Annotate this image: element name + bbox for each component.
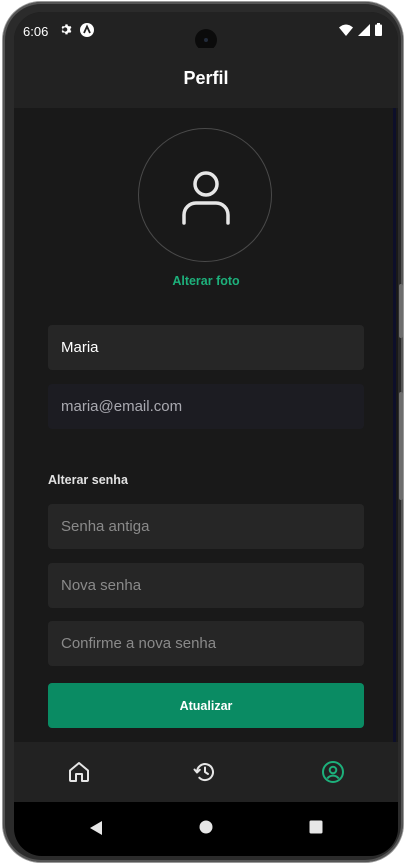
signal-icon (358, 23, 370, 41)
update-button[interactable]: Atualizar (48, 683, 364, 728)
history-icon (193, 763, 214, 782)
confirm-password-field[interactable]: Confirme a nova senha (48, 621, 364, 666)
old-password-field[interactable]: Senha antiga (48, 504, 364, 549)
tab-history[interactable] (185, 752, 225, 792)
user-circle-icon (322, 761, 344, 783)
recent-apps-icon[interactable] (309, 820, 323, 839)
home-icon (69, 762, 89, 782)
status-time: 6:06 (23, 24, 49, 39)
status-right-icons (339, 23, 382, 41)
tab-profile[interactable] (313, 752, 353, 792)
page-title: Perfil (183, 67, 229, 88)
password-section-label: Alterar senha (48, 473, 128, 487)
screen: 6:06 Perfil Alterar foto Maria maria@ema… (14, 12, 398, 856)
volume-button (399, 392, 403, 500)
app-badge-icon (80, 23, 94, 42)
new-password-field[interactable]: Nova senha (48, 563, 364, 608)
gear-icon (60, 23, 73, 42)
profile-content[interactable]: Alterar foto Maria maria@email.com Alter… (14, 108, 398, 742)
email-field: maria@email.com (48, 384, 364, 429)
bottom-tab-bar (14, 742, 398, 802)
status-bar: 6:06 (14, 12, 398, 51)
avatar[interactable] (138, 128, 272, 262)
status-left-icons (60, 23, 94, 42)
change-photo-link[interactable]: Alterar foto (14, 274, 398, 288)
user-icon (182, 171, 230, 225)
system-nav-bar (14, 802, 398, 856)
name-field[interactable]: Maria (48, 325, 364, 370)
app-header: Perfil (14, 48, 398, 108)
battery-icon (375, 23, 382, 41)
scrollbar[interactable] (393, 108, 396, 742)
power-button (399, 284, 403, 338)
back-icon[interactable] (89, 820, 103, 841)
wifi-icon (339, 23, 353, 41)
tab-home[interactable] (59, 752, 99, 792)
home-nav-icon[interactable] (199, 820, 213, 839)
phone-frame: 6:06 Perfil Alterar foto Maria maria@ema… (3, 2, 403, 862)
